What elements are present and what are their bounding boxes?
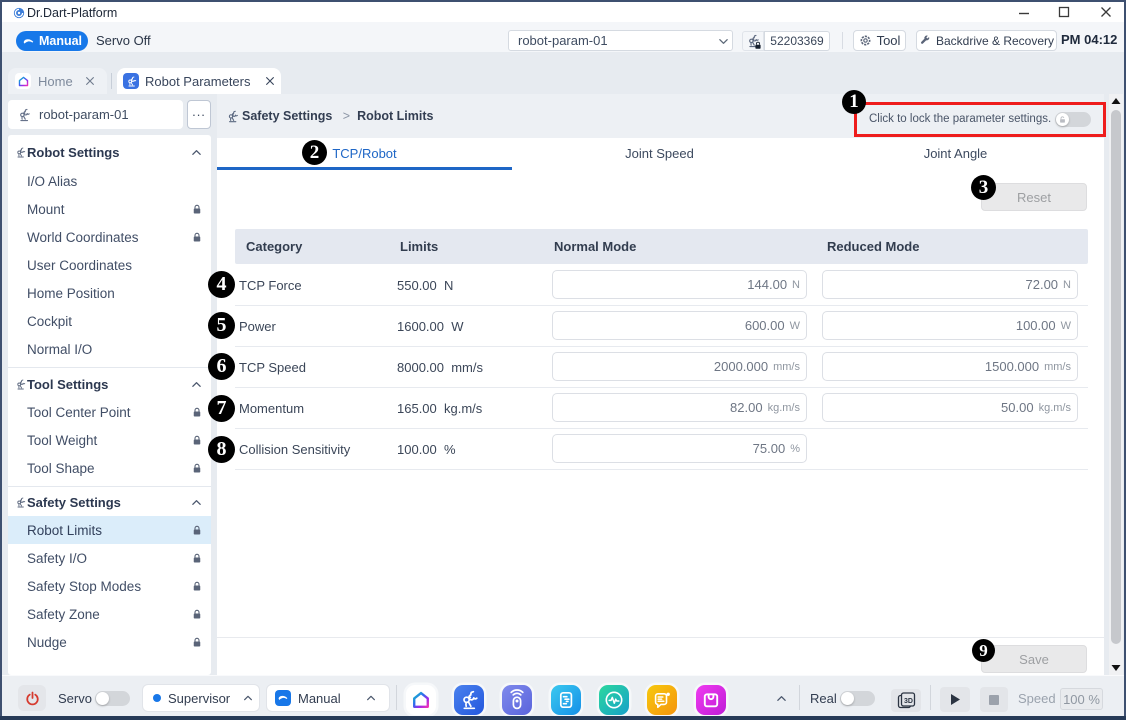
- svg-text:3D: 3D: [904, 698, 913, 705]
